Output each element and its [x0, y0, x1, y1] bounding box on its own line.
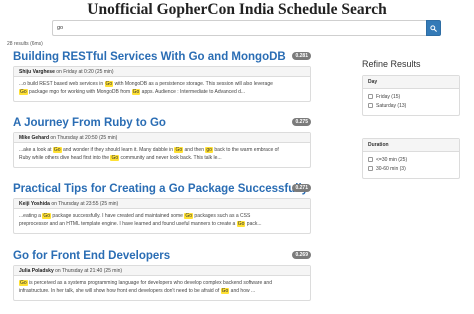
snippet-text: ...eating a — [19, 213, 43, 219]
facet-heading: Day — [363, 76, 459, 89]
snippet-line: Ruby while others dive head first into t… — [19, 154, 305, 162]
facet-day: Day Friday (15) Saturday (13) — [362, 75, 460, 116]
result-snippet: Go is perceived as a systems programming… — [14, 276, 310, 300]
score-badge: 0.271 — [292, 184, 311, 192]
highlighted-term: go — [205, 147, 213, 153]
snippet-text: ...ake a look at — [19, 147, 53, 153]
checkbox[interactable] — [368, 157, 373, 162]
page-title: Unofficial GopherCon India Schedule Sear… — [87, 1, 387, 18]
result-title-link[interactable]: Practical Tips for Creating a Go Package… — [13, 183, 308, 196]
speaker-name: Keiji Yoshida — [19, 201, 50, 207]
snippet-text: and wonder if they should learn it. Many… — [61, 147, 175, 153]
result-title-link[interactable]: Go for Front End Developers — [13, 250, 170, 263]
speaker-name: Shiju Varghese — [19, 69, 55, 75]
snippet-line: preprocessor and an HTML template engine… — [19, 220, 305, 228]
highlighted-term: Go — [110, 155, 120, 161]
snippet-text: pack... — [245, 221, 262, 227]
session-time: on Friday at 0:20 (25 min) — [54, 69, 114, 75]
checkbox[interactable] — [368, 94, 373, 99]
search-box — [52, 20, 441, 36]
snippet-text: package successfully. I have created and… — [51, 213, 185, 219]
score-badge: 0.269 — [292, 251, 311, 259]
search-input[interactable] — [52, 20, 426, 36]
snippet-line: ...eating a Go package successfully. I h… — [19, 212, 305, 220]
snippet-line: infrastructure. In her talk, she will sh… — [19, 287, 305, 295]
facet-option-label: Saturday (13) — [376, 102, 407, 109]
snippet-line: ...ake a look at Go and wonder if they s… — [19, 146, 305, 154]
search-button[interactable] — [426, 20, 441, 36]
snippet-line: ...o build REST based web services in Go… — [19, 80, 305, 88]
result-card: Julia Poladsky on Thursday at 21:40 (25 … — [13, 265, 311, 301]
refine-results-heading: Refine Results — [362, 59, 421, 69]
result-meta: Keiji Yoshida on Thursday at 23:55 (25 m… — [14, 199, 310, 209]
score-badge: 0.275 — [292, 118, 311, 126]
checkbox[interactable] — [368, 166, 373, 171]
snippet-text: ...o build REST based web services in — [19, 81, 105, 87]
highlighted-term: Go — [19, 89, 28, 95]
result-meta: Mike Gehard on Thursday at 20:50 (25 min… — [14, 133, 310, 143]
snippet-line: Go is perceived as a systems programming… — [19, 279, 305, 287]
facet-option-label: Friday (15) — [376, 93, 401, 100]
session-time: on Thursday at 23:55 (25 min) — [49, 201, 119, 207]
highlighted-term: Go — [184, 213, 194, 219]
snippet-text: and then — [183, 147, 206, 153]
result-card: Keiji Yoshida on Thursday at 23:55 (25 m… — [13, 198, 311, 234]
highlighted-term: Go — [174, 147, 184, 153]
result-snippet: ...eating a Go package successfully. I h… — [14, 209, 310, 233]
highlighted-term: Go — [19, 280, 28, 286]
result-card: Mike Gehard on Thursday at 20:50 (25 min… — [13, 132, 311, 168]
snippet-text: with MongoDB as a persistence storage. T… — [113, 81, 273, 87]
score-badge: 0.281 — [292, 52, 311, 60]
highlighted-term: Go — [131, 89, 141, 95]
snippet-text: infrastructure. In her talk, she will sh… — [19, 288, 221, 294]
result-title-link[interactable]: A Journey From Ruby to Go — [13, 117, 166, 130]
session-time: on Thursday at 20:50 (25 min) — [49, 135, 118, 141]
results-count: 28 results (6ms) — [7, 41, 43, 47]
facet-heading: Duration — [363, 139, 459, 152]
result-meta: Shiju Varghese on Friday at 0:20 (25 min… — [14, 67, 310, 77]
facet-duration: Duration <=30 min (25) 30-60 min (3) — [362, 138, 460, 179]
snippet-text: is perceived as a systems programming la… — [27, 280, 272, 286]
speaker-name: Mike Gehard — [19, 135, 50, 141]
snippet-text: and how ... — [229, 288, 256, 294]
facet-option-label: <=30 min (25) — [376, 156, 408, 163]
highlighted-term: Go — [220, 288, 230, 294]
snippet-text: back to the warm embrace of — [212, 147, 279, 153]
result-card: Shiju Varghese on Friday at 0:20 (25 min… — [13, 66, 311, 102]
snippet-text: packages such as a CSS — [193, 213, 251, 219]
snippet-text: community and never look back. This talk… — [119, 155, 222, 161]
highlighted-term: Go — [52, 147, 62, 153]
snippet-text: package mgo for working with MongoDB fro… — [27, 89, 132, 95]
snippet-text: preprocessor and an HTML template engine… — [19, 221, 237, 227]
facet-option-saturday[interactable]: Saturday (13) — [368, 101, 454, 110]
snippet-text: Ruby while others dive head first into t… — [19, 155, 111, 161]
search-icon — [430, 24, 437, 32]
facet-option-friday[interactable]: Friday (15) — [368, 92, 454, 101]
facet-option-label: 30-60 min (3) — [376, 165, 406, 172]
facet-option-under-30-min[interactable]: <=30 min (25) — [368, 155, 454, 164]
highlighted-term: Go — [42, 213, 52, 219]
result-snippet: ...o build REST based web services in Go… — [14, 77, 310, 101]
session-time: on Thursday at 21:40 (25 min) — [53, 268, 123, 274]
facet-option-30-60-min[interactable]: 30-60 min (3) — [368, 164, 454, 173]
result-snippet: ...ake a look at Go and wonder if they s… — [14, 143, 310, 167]
speaker-name: Julia Poladsky — [19, 268, 54, 274]
result-meta: Julia Poladsky on Thursday at 21:40 (25 … — [14, 266, 310, 276]
snippet-text: apps. Audience : Intermediate to Advance… — [140, 89, 246, 95]
result-title-link[interactable]: Building RESTful Services With Go and Mo… — [13, 51, 286, 64]
highlighted-term: Go — [104, 81, 114, 87]
checkbox[interactable] — [368, 103, 373, 108]
snippet-line: Go package mgo for working with MongoDB … — [19, 88, 305, 96]
